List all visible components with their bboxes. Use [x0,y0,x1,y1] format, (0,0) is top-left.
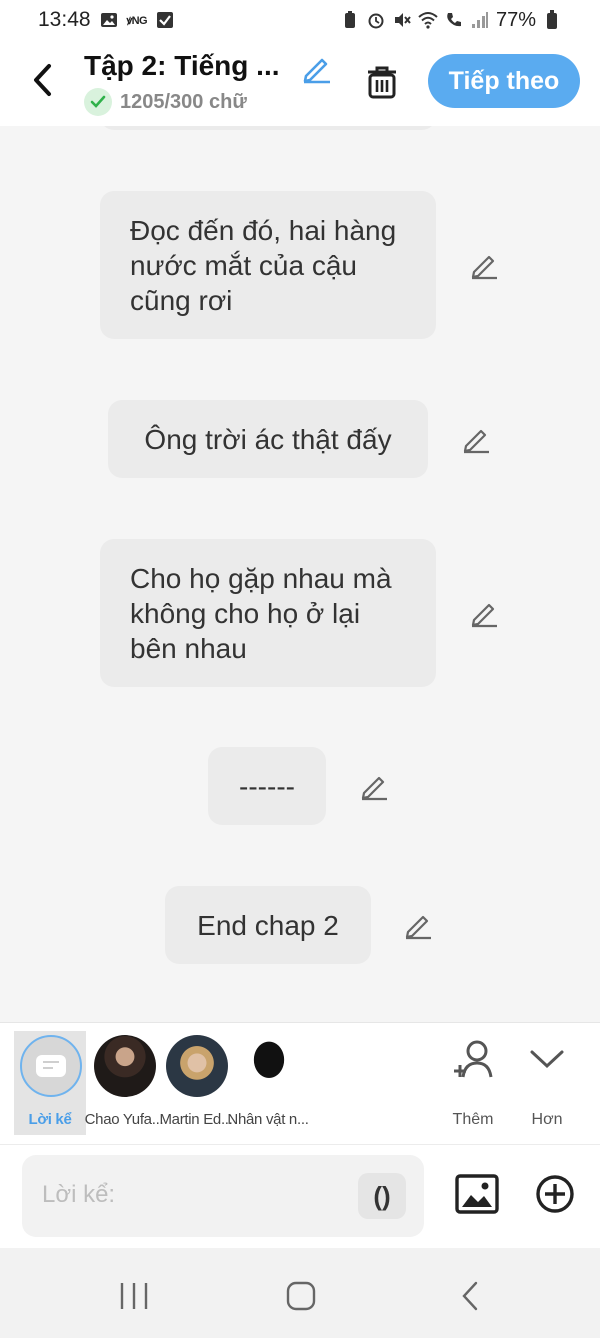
home-button[interactable] [277,1272,325,1320]
message-bubble[interactable]: Ông trời ác thật đấy [108,400,428,478]
character-martin-ed[interactable]: Martin Ed... [159,1031,233,1135]
more-button[interactable]: Hơn [514,1035,580,1135]
back-arrow-icon [34,64,51,96]
message-input-container[interactable]: () [22,1155,424,1237]
battery-percent: 77% [495,8,536,31]
wifi-call-icon [444,10,464,30]
character-selector: Lời kể Chao Yufa... Martin Ed... Nhân vậ… [0,1022,600,1144]
trash-icon [368,66,396,99]
pencil-icon [361,776,387,801]
checkbox-notification-icon [155,10,175,30]
recent-apps-icon [120,1283,148,1309]
edit-message-button[interactable] [400,907,436,943]
add-person-icon [451,1037,495,1081]
episode-title[interactable]: Tập 2: Tiếng ... [84,50,294,82]
back-button[interactable] [24,58,60,102]
composer: () [0,1144,600,1248]
message-bubble[interactable]: ------ [208,747,326,825]
add-content-button[interactable] [532,1171,578,1217]
message-bubble[interactable]: End chap 2 [165,886,371,964]
battery-icon [542,10,562,30]
character-narrator[interactable]: Lời kể [14,1031,86,1135]
previous-message-bubble[interactable] [100,126,436,130]
message-input[interactable] [42,1173,342,1217]
system-navigation-bar [0,1248,600,1338]
alarm-icon [366,10,386,30]
pencil-icon [303,58,330,84]
avatar [166,1035,228,1097]
message-bubble[interactable]: Đọc đến đó, hai hàng nước mắt của cậu cũ… [100,191,436,339]
image-icon [455,1174,499,1214]
pencil-icon [471,255,497,280]
carrier-badge: ꝟNG [126,14,148,27]
add-label: Thêm [452,1111,494,1128]
edit-title-button[interactable] [296,48,336,88]
character-name: Lời kể [28,1111,72,1128]
recent-apps-button[interactable] [110,1272,158,1320]
chat-bubble-icon [36,1055,66,1077]
character-name: Nhân vật n... [227,1111,309,1128]
plus-circle-icon [536,1175,574,1213]
word-count: 1205/300 chữ [84,88,247,116]
more-label: Hơn [531,1111,563,1128]
character-unnamed[interactable]: Nhân vật n... [227,1031,309,1135]
check-icon [84,88,112,116]
pencil-icon [471,603,497,628]
narrator-avatar [20,1035,82,1097]
delete-button[interactable] [360,60,404,104]
chevron-down-icon [525,1037,569,1081]
add-character-button[interactable]: Thêm [440,1035,506,1135]
battery-saver-icon [340,10,360,30]
back-icon [462,1281,478,1311]
character-chao-yufan[interactable]: Chao Yufa... [85,1031,164,1135]
home-icon [286,1281,316,1311]
message-bubble[interactable]: Cho họ gặp nhau mà không cho họ ở lại bê… [100,539,436,687]
edit-message-button[interactable] [466,595,502,631]
pencil-icon [463,429,489,454]
avatar [238,1035,300,1097]
action-parentheses-button[interactable]: () [358,1173,406,1219]
insert-image-button[interactable] [454,1171,500,1217]
edit-message-button[interactable] [466,247,502,283]
word-count-text: 1205/300 chữ [120,90,247,113]
edit-message-button[interactable] [356,768,392,804]
edit-message-button[interactable] [458,421,494,457]
chat-area[interactable]: Đọc đến đó, hai hàng nước mắt của cậu cũ… [0,126,600,1022]
wifi-icon [418,10,438,30]
avatar [94,1035,156,1097]
system-back-button[interactable] [446,1272,494,1320]
mute-icon [392,10,412,30]
pencil-icon [405,915,431,940]
gallery-icon [99,10,119,30]
status-bar: 13:48 ꝟNG 77% [0,0,600,40]
header: Tập 2: Tiếng ... 1205/300 chữ Tiếp theo [0,40,600,126]
signal-icon [470,10,490,30]
next-button[interactable]: Tiếp theo [428,54,580,108]
status-time: 13:48 [38,8,91,31]
